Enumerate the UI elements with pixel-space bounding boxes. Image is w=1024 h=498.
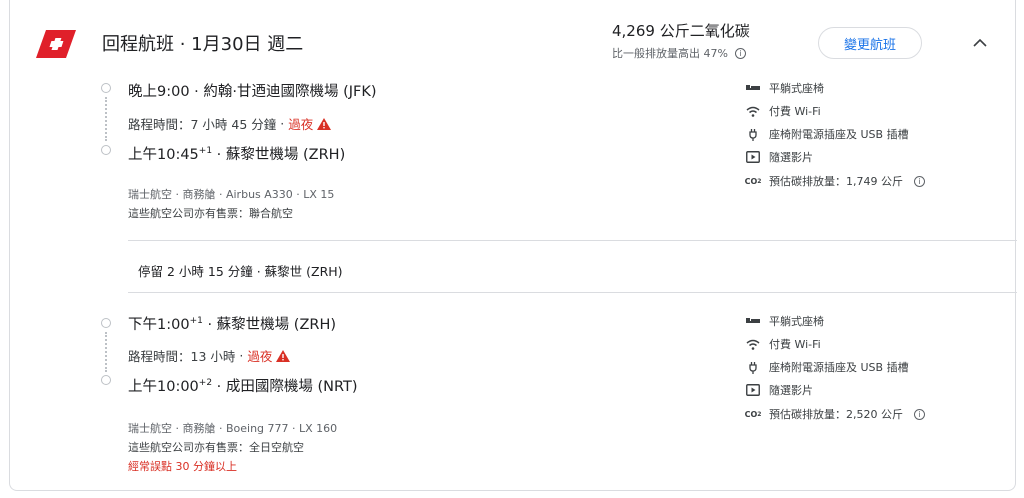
leg2-duration: 路程時間：13 小時 · 過夜 (128, 346, 291, 365)
leg1-duration: 路程時間：7 小時 45 分鐘 · 過夜 (128, 114, 332, 133)
layover-divider-bottom (128, 292, 1017, 293)
co2-icon: CO 2 (744, 409, 762, 419)
leg2-amenity-wifi: 付費 Wi-Fi (745, 336, 821, 352)
route-line (105, 97, 107, 141)
leg2-also-sold: 這些航空公司亦有售票：全日空航空 (128, 441, 304, 454)
leg1-departure-airport: 約翰·甘迺迪國際機場 (JFK) (203, 84, 377, 100)
leg1-amenity-video: 隨選影片 (745, 149, 813, 165)
emissions-total: 4,269 公斤二氧化碳 (612, 22, 750, 40)
leg2-arrival: 上午10:00+2 · 成田國際機場 (NRT) (128, 378, 358, 395)
layover-info: 停留 2 小時 15 分鐘 · 蘇黎世 (ZRH) (138, 264, 343, 279)
leg1-amenity-seat: 平躺式座椅 (745, 80, 824, 96)
video-icon (746, 384, 760, 396)
seat-icon (746, 318, 760, 323)
leg1-amenity-power: 座椅附電源插座及 USB 插槽 (745, 126, 909, 142)
wifi-icon (746, 339, 760, 350)
power-plug-icon (749, 361, 757, 374)
overnight-label: 過夜 (247, 349, 273, 364)
leg2-amenity-power: 座椅附電源插座及 USB 插槽 (745, 359, 909, 375)
video-icon (746, 151, 760, 163)
leg2-arrival-airport: 成田國際機場 (NRT) (225, 379, 358, 395)
leg1-departure: 晚上9:00 · 約翰·甘迺迪國際機場 (JFK) (128, 84, 377, 100)
leg1-also-sold: 這些航空公司亦有售票：聯合航空 (128, 207, 293, 220)
power-plug-icon (749, 128, 757, 141)
arrival-dot (101, 375, 111, 385)
route-line (105, 332, 107, 372)
leg2-amenity-co2: CO 2 預估碳排放量：2,520 公斤 i (745, 406, 925, 422)
leg1-arrival-airport: 蘇黎世機場 (ZRH) (225, 147, 346, 163)
co2-icon: CO 2 (744, 176, 762, 186)
flight-details-card: 回程航班 · 1月30日 週二 4,269 公斤二氧化碳 比一般排放量高出 47… (9, 0, 1017, 491)
warning-icon (317, 117, 332, 130)
info-icon[interactable]: i (734, 47, 746, 59)
warning-icon (276, 349, 291, 362)
leg2-amenity-video: 隨選影片 (745, 382, 813, 398)
leg1-details: 瑞士航空 · 商務艙 · Airbus A330 · LX 15 (128, 188, 335, 201)
return-flight-title: 回程航班 · 1月30日 週二 (102, 34, 304, 55)
layover-divider-top (128, 240, 1017, 241)
overnight-label: 過夜 (288, 117, 314, 132)
info-icon[interactable]: i (914, 408, 925, 420)
leg2-amenity-seat: 平躺式座椅 (745, 313, 824, 329)
swiss-logo (36, 30, 76, 58)
emissions-note: 比一般排放量高出 47% (612, 47, 728, 60)
collapse-button[interactable] (968, 30, 992, 54)
delay-warning: 經常誤點 30 分鐘以上 (128, 460, 237, 473)
seat-icon (746, 85, 760, 90)
change-flight-button[interactable]: 變更航班 (818, 27, 922, 59)
chevron-up-icon (973, 38, 987, 47)
leg1-amenity-co2: CO 2 預估碳排放量：1,749 公斤 i (745, 173, 925, 189)
info-icon[interactable]: i (914, 175, 925, 187)
leg2-departure: 下午1:00+1 · 蘇黎世機場 (ZRH) (128, 316, 337, 333)
leg1-amenity-wifi: 付費 Wi-Fi (745, 103, 821, 119)
leg2-departure-airport: 蘇黎世機場 (ZRH) (216, 317, 337, 333)
leg2-details: 瑞士航空 · 商務艙 · Boeing 777 · LX 160 (128, 422, 338, 435)
departure-dot (101, 318, 111, 328)
departure-dot (101, 83, 111, 93)
emissions-comparison: 比一般排放量高出 47% i (612, 45, 746, 61)
leg1-arrival: 上午10:45+1 · 蘇黎世機場 (ZRH) (128, 146, 346, 163)
arrival-dot (101, 145, 111, 155)
wifi-icon (746, 106, 760, 117)
